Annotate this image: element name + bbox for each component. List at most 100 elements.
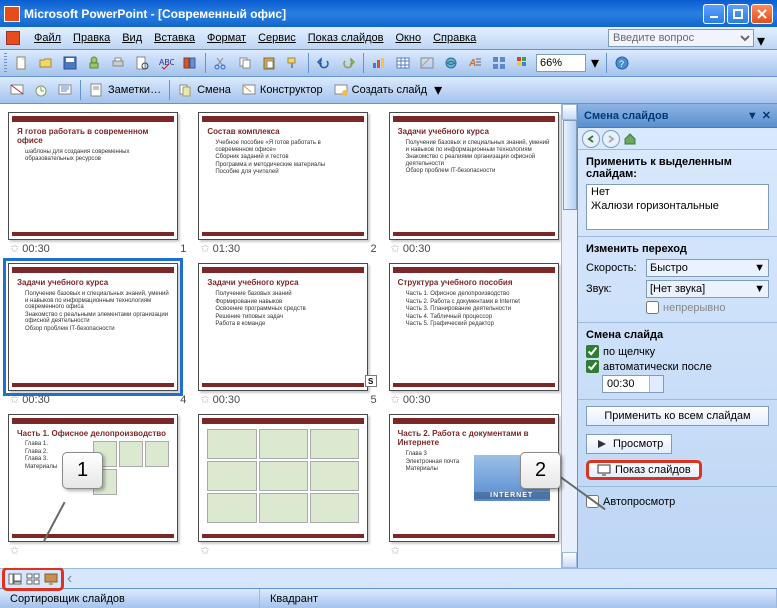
notes-button[interactable]: Заметки…	[85, 82, 165, 98]
slide-thumb[interactable]	[198, 414, 368, 542]
preview-button[interactable]: Просмотр	[586, 434, 672, 454]
slide-number: 1	[180, 243, 186, 255]
svg-text:?: ?	[619, 59, 624, 69]
transition-button[interactable]: Смена	[174, 82, 235, 98]
slide-wrap: Я готов работать в современном офисешабл…	[8, 112, 188, 255]
apply-label: Применить к выделенным слайдам:	[586, 156, 769, 180]
modify-label: Изменить переход	[586, 243, 769, 255]
slide-thumb[interactable]: Задачи учебного курсаПолучение базовых з…	[198, 263, 368, 391]
slide-thumb[interactable]: Задачи учебного курсаПолучение базовых и…	[389, 112, 559, 240]
color-icon[interactable]	[512, 52, 534, 74]
slide-title: Часть 1. Офисное делопроизводство	[17, 429, 169, 438]
new-file-icon[interactable]	[11, 52, 33, 74]
sound-select[interactable]: [Нет звука]▼	[646, 280, 769, 298]
nav-home-icon[interactable]	[622, 131, 638, 147]
slide-title: Структура учебного пособия	[398, 278, 550, 287]
transition-item[interactable]: Нет	[587, 185, 768, 199]
menu-window[interactable]: Окно	[390, 30, 428, 46]
hyperlink-icon[interactable]	[440, 52, 462, 74]
menu-view[interactable]: Вид	[116, 30, 148, 46]
close-button[interactable]	[751, 4, 773, 24]
slideshow-button[interactable]: Показ слайдов	[586, 460, 702, 480]
time-value[interactable]: 00:30	[603, 376, 649, 392]
onclick-row[interactable]: по щелчку	[586, 345, 769, 358]
hide-slide-icon[interactable]	[6, 79, 28, 101]
taskpane-close-icon[interactable]: ✕	[762, 109, 771, 122]
taskpane-menu-icon[interactable]: ▼	[747, 110, 758, 122]
slide-thumb[interactable]: Состав комплексаУчебное пособие «Я готов…	[198, 112, 368, 240]
vertical-scrollbar[interactable]	[561, 104, 577, 568]
sorter-view-icon[interactable]	[24, 571, 42, 587]
copy-icon[interactable]	[234, 52, 256, 74]
expand-all-icon[interactable]: A	[464, 52, 486, 74]
scroll-down-icon[interactable]	[562, 552, 577, 568]
menu-slideshow[interactable]: Показ слайдов	[302, 30, 390, 46]
redo-icon[interactable]	[337, 52, 359, 74]
nav-back-icon[interactable]	[582, 130, 600, 148]
slide-meta: ✩	[8, 544, 188, 557]
format-painter-icon[interactable]	[282, 52, 304, 74]
transition-list[interactable]: Нет Жалюзи горизонтальные	[586, 184, 769, 230]
menu-service[interactable]: Сервис	[252, 30, 302, 46]
loop-row[interactable]: непрерывно	[646, 301, 769, 314]
cut-icon[interactable]	[210, 52, 232, 74]
tp-autoplay-section: Автопросмотр	[578, 486, 777, 516]
minimize-button[interactable]	[703, 4, 725, 24]
autoplay-row[interactable]: Автопросмотр	[586, 495, 769, 508]
scroll-up-icon[interactable]	[562, 104, 577, 120]
undo-icon[interactable]	[313, 52, 335, 74]
powerpoint-icon	[4, 6, 20, 22]
permission-icon[interactable]	[83, 52, 105, 74]
menu-help[interactable]: Справка	[427, 30, 482, 46]
menu-file[interactable]: Файл	[28, 30, 67, 46]
nav-fwd-icon[interactable]	[602, 130, 620, 148]
rehearse-icon[interactable]	[30, 79, 52, 101]
chart-icon[interactable]	[368, 52, 390, 74]
separator-icon	[205, 53, 206, 73]
slide-thumb[interactable]: Задачи учебного курсаПолучение базовых и…	[8, 263, 178, 391]
speed-select[interactable]: Быстро▼	[646, 259, 769, 277]
slide-thumb[interactable]: Структура учебного пособияЧасть 1. Офисн…	[389, 263, 559, 391]
design-button[interactable]: Конструктор	[237, 82, 327, 98]
control-menu-icon[interactable]	[6, 31, 20, 45]
zoom-combo[interactable]: 66%	[536, 54, 586, 72]
research-icon[interactable]	[179, 52, 201, 74]
slideshow-view-icon[interactable]	[42, 571, 60, 587]
grid-icon[interactable]	[488, 52, 510, 74]
help-icon[interactable]: ?	[611, 52, 633, 74]
new-slide-button[interactable]: Создать слайд	[329, 82, 431, 98]
toolbar-grip[interactable]	[4, 53, 7, 73]
transition-item[interactable]: Жалюзи горизонтальные	[587, 199, 768, 213]
loop-checkbox[interactable]	[646, 301, 659, 314]
table-icon[interactable]	[392, 52, 414, 74]
maximize-button[interactable]	[727, 4, 749, 24]
speed-row: Скорость: Быстро▼	[586, 259, 769, 277]
zoom-dropdown-icon[interactable]: ▾	[588, 52, 602, 74]
paste-icon[interactable]	[258, 52, 280, 74]
menu-dropdown-icon[interactable]: ▾	[757, 31, 771, 45]
normal-view-icon[interactable]	[6, 571, 24, 587]
menu-format[interactable]: Формат	[201, 30, 252, 46]
spinner-buttons[interactable]	[649, 376, 663, 392]
tables-borders-icon[interactable]	[416, 52, 438, 74]
preview-icon[interactable]	[131, 52, 153, 74]
summary-icon[interactable]	[54, 79, 76, 101]
toolbar-options-icon[interactable]: ▾	[433, 79, 443, 101]
ask-question-select[interactable]: Введите вопрос	[608, 29, 754, 47]
save-icon[interactable]	[59, 52, 81, 74]
open-icon[interactable]	[35, 52, 57, 74]
menu-insert[interactable]: Вставка	[148, 30, 201, 46]
ask-question-box[interactable]: Введите вопрос ▾	[608, 29, 771, 47]
autoafter-checkbox[interactable]	[586, 360, 599, 373]
spelling-icon[interactable]: ABC	[155, 52, 177, 74]
menu-edit[interactable]: Правка	[67, 30, 116, 46]
slide-wrap: Структура учебного пособияЧасть 1. Офисн…	[389, 263, 569, 406]
apply-all-button[interactable]: Применить ко всем слайдам	[586, 406, 769, 426]
scroll-thumb[interactable]	[563, 120, 577, 210]
time-spinner[interactable]: 00:30	[602, 375, 664, 393]
print-icon[interactable]	[107, 52, 129, 74]
slide-thumb[interactable]: Я готов работать в современном офисешабл…	[8, 112, 178, 240]
autoafter-row[interactable]: автоматически после	[586, 360, 769, 373]
slide-sorter-view[interactable]: Я готов работать в современном офисешабл…	[0, 104, 577, 568]
onclick-checkbox[interactable]	[586, 345, 599, 358]
